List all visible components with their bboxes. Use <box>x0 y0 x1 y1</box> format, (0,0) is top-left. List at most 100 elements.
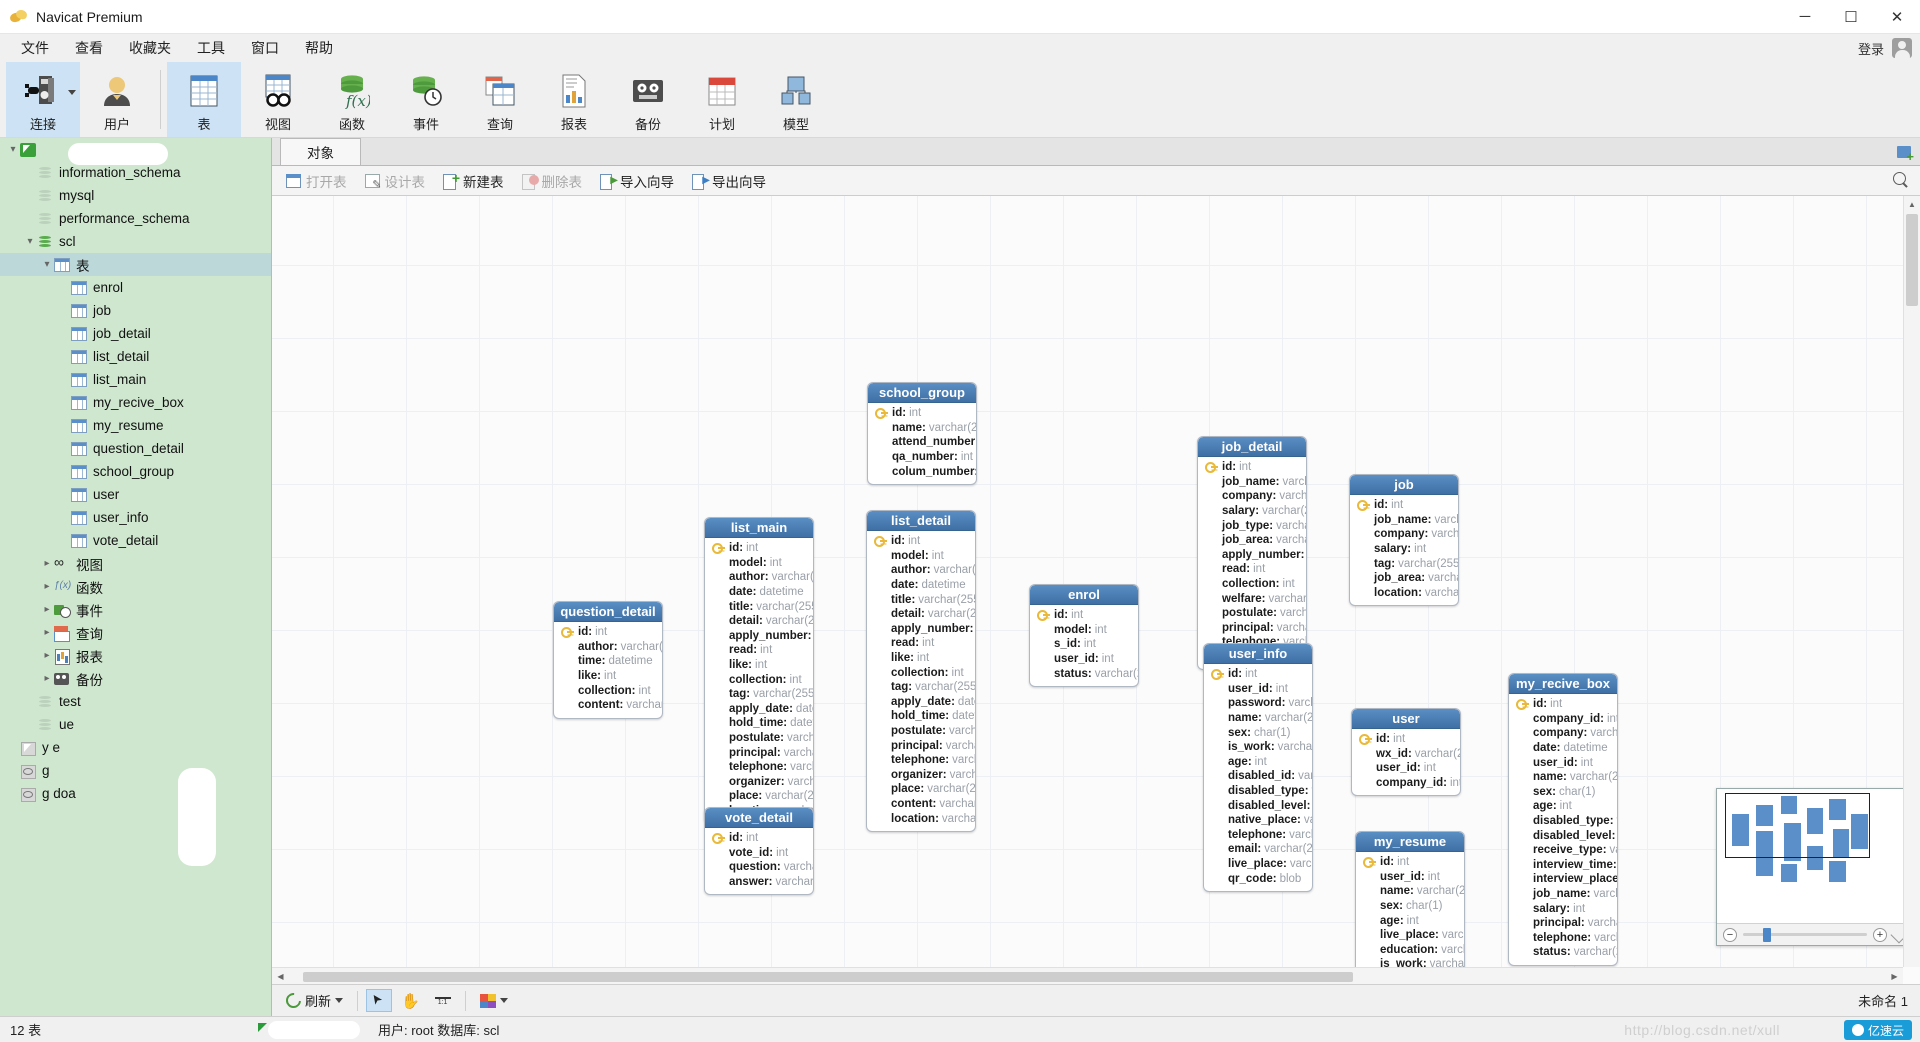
chevron-right-icon[interactable] <box>40 627 54 638</box>
chevron-down-icon[interactable] <box>40 259 54 270</box>
tree-item-报表[interactable]: 报表 <box>0 644 271 667</box>
tree-item-job[interactable]: job <box>0 299 271 322</box>
tree-item-my_recive_box[interactable]: my_recive_box <box>0 391 271 414</box>
chevron-right-icon[interactable] <box>40 558 54 569</box>
ribbon-connection[interactable]: 连接 <box>6 62 80 137</box>
ruler-tool-button[interactable] <box>429 990 457 1011</box>
ribbon-view[interactable]: 视图 <box>241 62 315 137</box>
tree-item-事件[interactable]: 事件 <box>0 598 271 621</box>
scroll-right-button[interactable]: ▶ <box>1886 972 1903 981</box>
ribbon-schedule[interactable]: 计划 <box>685 62 759 137</box>
tree-item-视图[interactable]: 视图 <box>0 552 271 575</box>
er-table-my_resume[interactable]: my_resumeid:intuser_id:intname:varchar(2… <box>1355 831 1465 984</box>
scroll-up-button[interactable]: ▲ <box>1904 196 1920 213</box>
tree-item-my_resume[interactable]: my_resume <box>0 414 271 437</box>
close-button[interactable]: ✕ <box>1874 0 1920 34</box>
er-table-list_main[interactable]: list_mainid:intmodel:intauthor:varchar(2… <box>704 517 814 824</box>
search-icon[interactable] <box>1893 172 1910 189</box>
er-table-my_recive_box[interactable]: my_recive_boxid:intcompany_id:intcompany… <box>1508 673 1618 966</box>
chevron-right-icon[interactable] <box>40 581 54 592</box>
object-tree[interactable]: information_schemamysqlperformance_schem… <box>0 138 272 1016</box>
menu-view[interactable]: 查看 <box>62 34 116 62</box>
er-table-user[interactable]: userid:intwx_id:varchar(255)user_id:intc… <box>1351 708 1461 796</box>
horizontal-scroll-track[interactable] <box>289 971 1886 982</box>
tree-item-表[interactable]: 表 <box>0 253 271 276</box>
tree-item-vote_detail[interactable]: vote_detail <box>0 529 271 552</box>
hand-tool-button[interactable] <box>395 989 426 1013</box>
er-canvas-wrapper[interactable]: school_groupid:intname:varchar(255)atten… <box>272 196 1920 984</box>
new-table-button[interactable]: 新建表 <box>435 168 512 194</box>
tree-item-函数[interactable]: 函数 <box>0 575 271 598</box>
ribbon-table[interactable]: 表 <box>167 62 241 137</box>
menu-favorites[interactable]: 收藏夹 <box>116 34 184 62</box>
tree-item-user[interactable]: user <box>0 483 271 506</box>
tree-item-scl[interactable]: scl <box>0 230 271 253</box>
menu-help[interactable]: 帮助 <box>292 34 346 62</box>
zoom-slider-thumb[interactable] <box>1763 928 1771 942</box>
ribbon-report[interactable]: 报表 <box>537 62 611 137</box>
er-table-job[interactable]: jobid:intjob_name:varcha...company:varch… <box>1349 474 1459 606</box>
minimap-panel[interactable]: − + <box>1716 788 1912 946</box>
tree-item-g-doa[interactable]: g doa <box>0 782 271 805</box>
tree-item-enrol[interactable]: enrol <box>0 276 271 299</box>
menu-file[interactable]: 文件 <box>8 34 62 62</box>
tree-item-user_info[interactable]: user_info <box>0 506 271 529</box>
chevron-down-icon[interactable] <box>6 144 20 155</box>
er-table-school_group[interactable]: school_groupid:intname:varchar(255)atten… <box>867 382 977 485</box>
avatar[interactable] <box>1892 38 1912 58</box>
chevron-right-icon[interactable] <box>40 604 54 615</box>
minimap-viewport[interactable] <box>1725 793 1870 858</box>
tree-item-list_detail[interactable]: list_detail <box>0 345 271 368</box>
login-area[interactable]: 登录 <box>1858 34 1912 62</box>
tree-item-g[interactable]: g <box>0 759 271 782</box>
ribbon-model[interactable]: 模型 <box>759 62 833 137</box>
tree-item-y-e[interactable]: y e <box>0 736 271 759</box>
zoom-in-button[interactable]: + <box>1873 928 1887 942</box>
menu-tools[interactable]: 工具 <box>184 34 238 62</box>
tree-item-查询[interactable]: 查询 <box>0 621 271 644</box>
horizontal-scrollbar[interactable]: ◀ ▶ <box>272 967 1903 984</box>
er-table-list_detail[interactable]: list_detailid:intmodel:intauthor:varchar… <box>866 510 976 832</box>
ribbon-function[interactable]: f(x) 函数 <box>315 62 389 137</box>
chevron-down-icon[interactable] <box>500 998 508 1003</box>
design-table-button[interactable]: 设计表 <box>357 168 434 194</box>
ribbon-event[interactable]: 事件 <box>389 62 463 137</box>
chevron-down-icon[interactable] <box>68 90 76 95</box>
er-table-enrol[interactable]: enrolid:intmodel:ints_id:intuser_id:ints… <box>1029 584 1139 687</box>
new-object-icon[interactable] <box>1894 142 1914 162</box>
refresh-button[interactable]: 刷新 <box>280 988 349 1013</box>
tree-item-job_detail[interactable]: job_detail <box>0 322 271 345</box>
horizontal-scroll-thumb[interactable] <box>303 972 1353 982</box>
ribbon-query[interactable]: 查询 <box>463 62 537 137</box>
tree-item-备份[interactable]: 备份 <box>0 667 271 690</box>
status-badge[interactable]: 亿速云 <box>1844 1020 1912 1040</box>
vertical-scrollbar[interactable]: ▲ <box>1903 196 1920 967</box>
tree-item-ue[interactable]: ue <box>0 713 271 736</box>
minimize-button[interactable]: ─ <box>1782 0 1828 34</box>
tree-item-test[interactable]: test <box>0 690 271 713</box>
tab-objects[interactable]: 对象 <box>280 138 361 165</box>
zoom-out-button[interactable]: − <box>1723 928 1737 942</box>
vertical-scroll-thumb[interactable] <box>1906 214 1918 306</box>
chevron-right-icon[interactable] <box>40 650 54 661</box>
er-table-question_detail[interactable]: question_detailid:intauthor:varchar(2...… <box>553 601 663 719</box>
er-table-user_info[interactable]: user_infoid:intuser_id:intpassword:varch… <box>1203 643 1313 892</box>
ribbon-user[interactable]: 用户 <box>80 62 154 137</box>
tree-item-question_detail[interactable]: question_detail <box>0 437 271 460</box>
er-table-vote_detail[interactable]: vote_detailid:intvote_id:intquestion:var… <box>704 807 814 895</box>
export-wizard-button[interactable]: 导出向导 <box>684 168 774 194</box>
tree-item-school_group[interactable]: school_group <box>0 460 271 483</box>
tree-item-performance_schema[interactable]: performance_schema <box>0 207 271 230</box>
import-wizard-button[interactable]: 导入向导 <box>592 168 682 194</box>
scroll-left-button[interactable]: ◀ <box>272 972 289 981</box>
tree-item-mysql[interactable]: mysql <box>0 184 271 207</box>
er-table-job_detail[interactable]: job_detailid:intjob_name:varcha...compan… <box>1197 436 1307 670</box>
delete-table-button[interactable]: 删除表 <box>514 168 591 194</box>
menu-window[interactable]: 窗口 <box>238 34 292 62</box>
chevron-down-icon[interactable] <box>335 998 343 1003</box>
chevron-right-icon[interactable] <box>40 673 54 684</box>
palette-button[interactable] <box>474 991 514 1011</box>
chevron-down-icon[interactable] <box>23 236 37 247</box>
maximize-button[interactable]: ☐ <box>1828 0 1874 34</box>
zoom-slider-track[interactable] <box>1743 933 1867 936</box>
